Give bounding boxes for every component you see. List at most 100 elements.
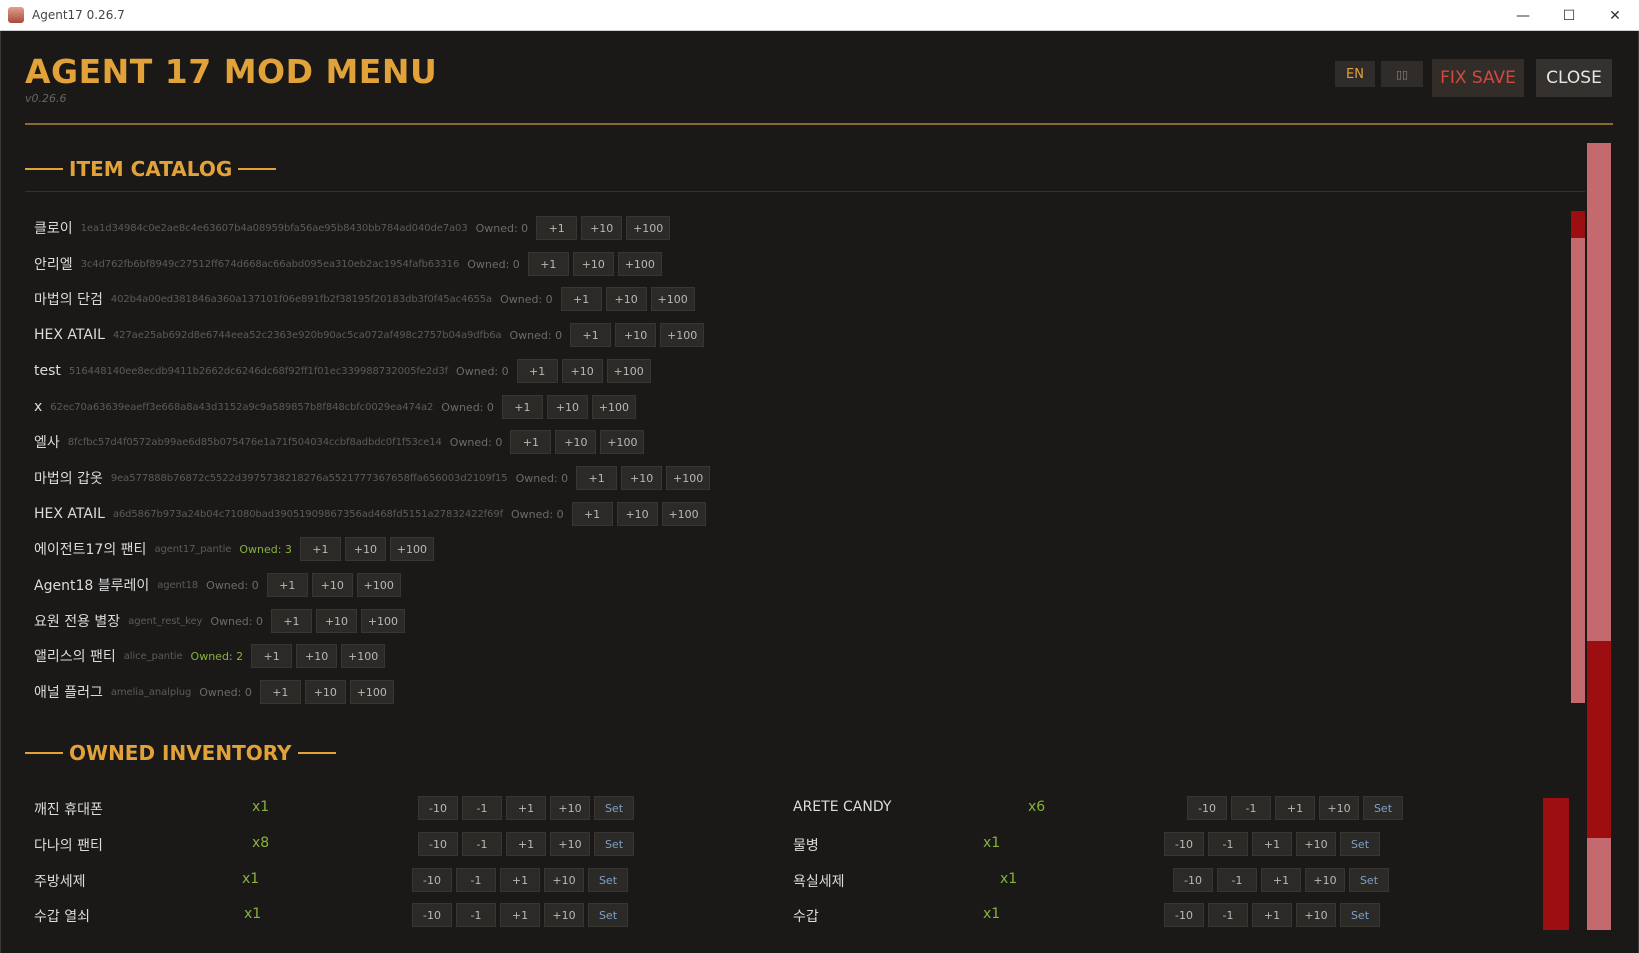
add-100-button[interactable]: +100	[666, 466, 711, 490]
plus-1-button[interactable]: +1	[500, 868, 540, 892]
item-owned-count: Owned: 0	[441, 400, 494, 414]
minus-10-button[interactable]: -10	[412, 903, 452, 927]
add-10-button[interactable]: +10	[555, 430, 597, 454]
add-100-button[interactable]: +100	[341, 644, 386, 668]
minus-1-button[interactable]: -1	[1208, 832, 1248, 856]
item-id: 516448140ee8ecdb9411b2662dc6246dc68f92ff…	[68, 365, 449, 377]
add-10-button[interactable]: +10	[546, 395, 588, 419]
minus-1-button[interactable]: -1	[1208, 903, 1248, 927]
add-10-button[interactable]: +10	[605, 287, 647, 311]
add-1-button[interactable]: +1	[570, 323, 612, 347]
add-1-button[interactable]: +1	[536, 216, 578, 240]
add-1-button[interactable]: +1	[576, 466, 618, 490]
plus-1-button[interactable]: +1	[1275, 796, 1315, 820]
add-100-button[interactable]: +100	[349, 680, 394, 704]
minimize-icon[interactable]: —	[1500, 0, 1546, 31]
fix-save-button[interactable]: FIX SAVE	[1432, 59, 1524, 97]
add-1-button[interactable]: +1	[571, 502, 613, 526]
catalog-row: 앨리스의 팬티 alice_pantie Owned: 2 +1 +10 +100	[34, 644, 389, 668]
add-10-button[interactable]: +10	[344, 537, 386, 561]
set-button[interactable]: Set	[594, 832, 634, 856]
minus-1-button[interactable]: -1	[1231, 796, 1271, 820]
set-button[interactable]: Set	[1363, 796, 1403, 820]
add-1-button[interactable]: +1	[299, 537, 341, 561]
plus-10-button[interactable]: +10	[1319, 796, 1359, 820]
minus-10-button[interactable]: -10	[418, 832, 458, 856]
plus-10-button[interactable]: +10	[1296, 832, 1336, 856]
plus-1-button[interactable]: +1	[500, 903, 540, 927]
add-10-button[interactable]: +10	[616, 502, 658, 526]
minus-1-button[interactable]: -1	[1217, 868, 1257, 892]
add-10-button[interactable]: +10	[311, 573, 353, 597]
plus-10-button[interactable]: +10	[550, 832, 590, 856]
minus-10-button[interactable]: -10	[1173, 868, 1213, 892]
add-100-button[interactable]: +100	[600, 430, 645, 454]
add-100-button[interactable]: +100	[661, 502, 706, 526]
add-10-button[interactable]: +10	[315, 609, 357, 633]
plus-10-button[interactable]: +10	[550, 796, 590, 820]
plus-10-button[interactable]: +10	[544, 868, 584, 892]
add-100-button[interactable]: +100	[360, 609, 405, 633]
inventory-controls: -10 -1 +1 +10 Set	[418, 832, 638, 856]
inventory-title: OWNED INVENTORY	[69, 741, 292, 765]
add-10-button[interactable]: +10	[304, 680, 346, 704]
catalog-scrollbar-thumb[interactable]	[1571, 211, 1585, 238]
add-1-button[interactable]: +1	[266, 573, 308, 597]
add-1-button[interactable]: +1	[270, 609, 312, 633]
minus-10-button[interactable]: -10	[1187, 796, 1227, 820]
add-100-button[interactable]: +100	[617, 252, 662, 276]
minus-10-button[interactable]: -10	[1164, 903, 1204, 927]
add-1-button[interactable]: +1	[516, 359, 558, 383]
add-100-button[interactable]: +100	[660, 323, 705, 347]
set-button[interactable]: Set	[1340, 832, 1380, 856]
plus-1-button[interactable]: +1	[1252, 903, 1292, 927]
item-name: 마법의 갑옷	[34, 471, 103, 487]
scrollbar-thumb[interactable]	[1587, 641, 1611, 838]
minus-1-button[interactable]: -1	[462, 832, 502, 856]
set-button[interactable]: Set	[594, 796, 634, 820]
add-100-button[interactable]: +100	[626, 216, 671, 240]
add-100-button[interactable]: +100	[389, 537, 434, 561]
minus-10-button[interactable]: -10	[1164, 832, 1204, 856]
minus-10-button[interactable]: -10	[418, 796, 458, 820]
lang-ko-button[interactable]: ▯▯	[1381, 61, 1423, 87]
item-id: 9ea577888b76872c5522d3975738218276a55217…	[110, 472, 508, 484]
add-10-button[interactable]: +10	[572, 252, 614, 276]
add-10-button[interactable]: +10	[561, 359, 603, 383]
plus-10-button[interactable]: +10	[1296, 903, 1336, 927]
add-10-button[interactable]: +10	[621, 466, 663, 490]
add-1-button[interactable]: +1	[560, 287, 602, 311]
add-1-button[interactable]: +1	[510, 430, 552, 454]
window-close-icon[interactable]: ✕	[1592, 0, 1638, 31]
plus-1-button[interactable]: +1	[506, 832, 546, 856]
close-button[interactable]: CLOSE	[1536, 59, 1612, 97]
set-button[interactable]: Set	[1340, 903, 1380, 927]
add-100-button[interactable]: +100	[606, 359, 651, 383]
add-100-button[interactable]: +100	[356, 573, 401, 597]
add-100-button[interactable]: +100	[591, 395, 636, 419]
set-button[interactable]: Set	[588, 903, 628, 927]
plus-1-button[interactable]: +1	[1261, 868, 1301, 892]
lang-en-button[interactable]: EN	[1335, 61, 1375, 87]
plus-1-button[interactable]: +1	[506, 796, 546, 820]
add-1-button[interactable]: +1	[501, 395, 543, 419]
plus-10-button[interactable]: +10	[544, 903, 584, 927]
add-10-button[interactable]: +10	[615, 323, 657, 347]
plus-10-button[interactable]: +10	[1305, 868, 1345, 892]
add-10-button[interactable]: +10	[296, 644, 338, 668]
item-owned-count: Owned: 0	[467, 257, 520, 271]
maximize-icon[interactable]: ☐	[1546, 0, 1592, 31]
set-button[interactable]: Set	[588, 868, 628, 892]
minus-10-button[interactable]: -10	[412, 868, 452, 892]
minus-1-button[interactable]: -1	[462, 796, 502, 820]
set-button[interactable]: Set	[1349, 868, 1389, 892]
add-10-button[interactable]: +10	[581, 216, 623, 240]
minus-1-button[interactable]: -1	[456, 868, 496, 892]
add-1-button[interactable]: +1	[259, 680, 301, 704]
add-1-button[interactable]: +1	[527, 252, 569, 276]
add-1-button[interactable]: +1	[251, 644, 293, 668]
plus-1-button[interactable]: +1	[1252, 832, 1292, 856]
catalog-scrollbar-track[interactable]	[1571, 211, 1585, 703]
minus-1-button[interactable]: -1	[456, 903, 496, 927]
add-100-button[interactable]: +100	[650, 287, 695, 311]
